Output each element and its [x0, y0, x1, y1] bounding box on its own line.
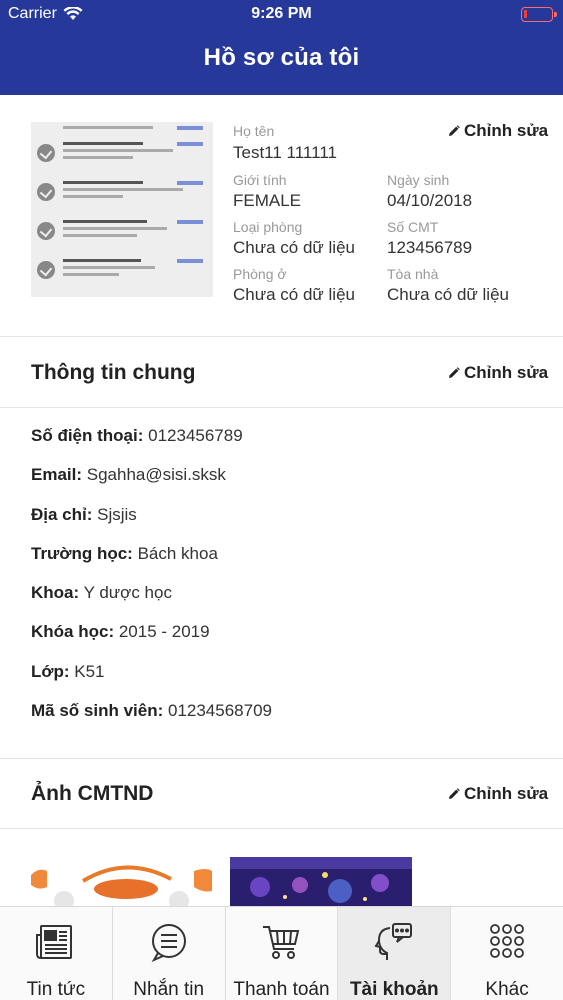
- info-label: Khóa học:: [31, 622, 115, 642]
- info-row-class: Lớp: K51: [31, 661, 551, 700]
- profile-section: Chỉnh sửa Họ tên Test11 111111 Giới tính…: [0, 95, 563, 337]
- page-title: Hồ sơ của tôi: [203, 44, 360, 71]
- info-label: Số điện thoại:: [31, 426, 144, 445]
- account-head-icon: [373, 921, 415, 963]
- general-edit-button[interactable]: Chỉnh sửa: [448, 363, 548, 383]
- info-row-email: Email: Sgahha@sisi.sksk: [31, 464, 551, 503]
- profile-edit-button[interactable]: Chỉnh sửa: [448, 121, 548, 141]
- shopping-cart-icon: [260, 921, 302, 963]
- tab-payment-label: Thanh toán: [233, 979, 330, 1000]
- pencil-icon: [448, 367, 460, 379]
- info-row-student-id: Mã số sinh viên: 01234568709: [31, 700, 551, 739]
- info-row-school: Trường học: Bách khoa: [31, 543, 551, 582]
- id-photos-edit-label: Chỉnh sửa: [464, 784, 549, 803]
- id-photos-title: Ảnh CMTND: [31, 782, 154, 805]
- profile-edit-label: Chỉnh sửa: [464, 121, 549, 140]
- info-value: 01234568709: [167, 701, 272, 721]
- avatar[interactable]: [31, 122, 213, 297]
- tab-messages[interactable]: Nhắn tin: [113, 907, 226, 1000]
- info-value: Y dược học: [83, 583, 172, 603]
- info-value: Bách khoa: [137, 543, 218, 563]
- id-photos-header: Ảnh CMTND Chỉnh sửa: [0, 758, 563, 829]
- room-type-value: Chưa có dữ liệu: [233, 238, 355, 257]
- bottom-tab-bar: Tin tức Nhắn tin Thanh toán Tài khoản Kh…: [0, 906, 563, 1000]
- tab-more[interactable]: Khác: [451, 907, 563, 1000]
- info-label: Lớp:: [31, 661, 70, 681]
- room-type-label: Loại phòng: [233, 219, 303, 235]
- info-label: Địa chỉ:: [31, 504, 93, 524]
- id-photo-front[interactable]: [31, 857, 212, 906]
- room-value: Chưa có dữ liệu: [233, 285, 355, 304]
- status-bar: Carrier 9:26 PM: [0, 0, 563, 30]
- info-value: Sjsjis: [97, 504, 137, 524]
- info-value: 2015 - 2019: [118, 622, 210, 642]
- name-label: Họ tên: [233, 123, 275, 139]
- general-info-header: Thông tin chung Chỉnh sửa: [0, 337, 563, 408]
- tab-more-label: Khác: [485, 979, 529, 1000]
- info-row-faculty: Khoa: Y dược học: [31, 582, 551, 621]
- info-row-course: Khóa học: 2015 - 2019: [31, 621, 551, 660]
- gender-value: FEMALE: [233, 191, 302, 210]
- info-row-address: Địa chỉ: Sjsjis: [31, 504, 551, 543]
- tab-news-label: Tin tức: [26, 979, 86, 1000]
- info-label: Email:: [31, 465, 83, 485]
- info-label: Khoa:: [31, 583, 80, 603]
- tab-account-label: Tài khoản: [349, 979, 439, 1000]
- building-value: Chưa có dữ liệu: [387, 285, 509, 304]
- tab-payment[interactable]: Thanh toán: [226, 907, 339, 1000]
- status-time: 9:26 PM: [251, 5, 312, 22]
- general-info-title: Thông tin chung: [31, 361, 196, 384]
- battery-icon: [521, 7, 557, 22]
- info-value: 0123456789: [148, 426, 243, 445]
- birthday-label: Ngày sinh: [387, 172, 450, 188]
- info-label: Mã số sinh viên:: [31, 701, 164, 721]
- birthday-value: 04/10/2018: [387, 191, 473, 210]
- pencil-icon: [448, 788, 460, 800]
- info-row-phone: Số điện thoại: 0123456789: [31, 425, 551, 464]
- info-value: Sgahha@sisi.sksk: [86, 465, 226, 485]
- chat-bubble-icon: [148, 921, 190, 963]
- gender-label: Giới tính: [233, 172, 287, 188]
- room-label: Phòng ở: [233, 266, 287, 282]
- info-label: Trường học:: [31, 543, 133, 563]
- general-edit-label: Chỉnh sửa: [464, 363, 549, 382]
- id-number-value: 123456789: [387, 238, 473, 257]
- tab-account[interactable]: Tài khoản: [338, 907, 452, 1000]
- building-label: Tòa nhà: [387, 266, 439, 282]
- name-value: Test11 111111: [233, 143, 337, 162]
- tab-messages-label: Nhắn tin: [133, 979, 205, 1000]
- info-value: K51: [74, 661, 105, 681]
- newspaper-icon: [35, 921, 77, 963]
- tab-news[interactable]: Tin tức: [0, 907, 113, 1000]
- pencil-icon: [448, 125, 460, 137]
- general-info-list: Số điện thoại: 0123456789 Email: Sgahha@…: [31, 425, 551, 739]
- app-header: Carrier 9:26 PM Hồ sơ của tôi: [0, 0, 563, 95]
- id-number-label: Số CMT: [387, 219, 439, 235]
- grid-dots-icon: [486, 921, 528, 963]
- id-photo-back[interactable]: [230, 857, 412, 906]
- id-photos-edit-button[interactable]: Chỉnh sửa: [448, 784, 548, 804]
